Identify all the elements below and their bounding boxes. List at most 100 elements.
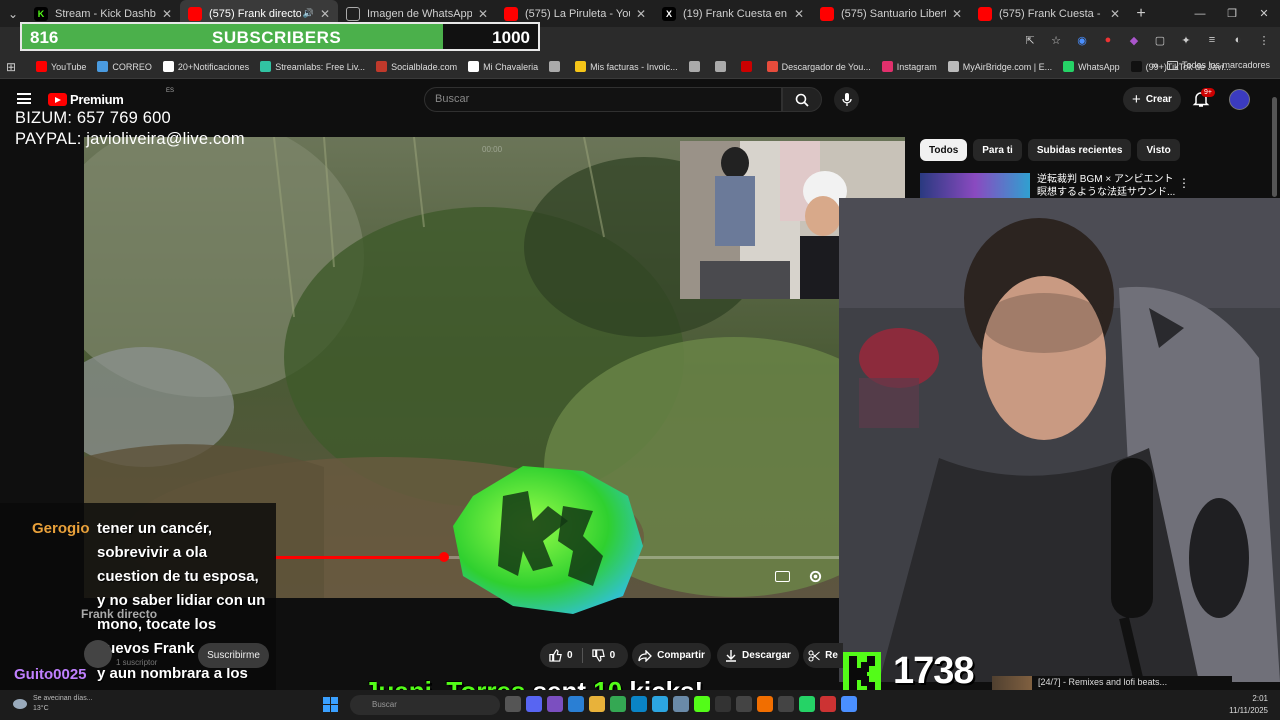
page-scrollbar[interactable] bbox=[1271, 83, 1278, 683]
tab-close-icon[interactable]: ✕ bbox=[1110, 7, 1120, 21]
like-button[interactable]: 0 bbox=[540, 643, 582, 668]
settings-icon[interactable] bbox=[841, 696, 857, 712]
youtube-icon bbox=[504, 6, 518, 21]
bookmark-item[interactable]: Instagram bbox=[881, 61, 937, 72]
tab-frank-cuesta-santuario[interactable]: (575) Frank Cuesta - Santuario ✕ bbox=[970, 0, 1128, 27]
recommended-video-partial[interactable]: [24/7] - Remixes and lofi beats... bbox=[992, 676, 1232, 690]
chip-subidas-recientes[interactable]: Subidas recientes bbox=[1027, 139, 1132, 161]
app-icon[interactable] bbox=[547, 696, 563, 712]
minimize-icon[interactable]: — bbox=[1184, 0, 1216, 27]
bookmark-star-icon[interactable]: ☆ bbox=[1048, 32, 1064, 48]
extension-icon[interactable]: ● bbox=[1100, 32, 1116, 48]
tab-close-icon[interactable]: ✕ bbox=[636, 7, 646, 21]
bookmark-item[interactable]: YouTube bbox=[36, 61, 86, 72]
tab-close-icon[interactable]: ✕ bbox=[478, 7, 488, 21]
file-explorer-icon[interactable] bbox=[589, 696, 605, 712]
bookmark-item[interactable] bbox=[549, 61, 564, 72]
tab-close-icon[interactable]: ✕ bbox=[162, 7, 172, 21]
dislike-button[interactable]: 0 bbox=[583, 643, 625, 668]
close-window-icon[interactable]: ✕ bbox=[1248, 0, 1280, 27]
search-icon bbox=[795, 93, 809, 107]
obs-icon[interactable] bbox=[715, 696, 731, 712]
tab-close-icon[interactable]: ✕ bbox=[952, 7, 962, 21]
taskbar-apps bbox=[505, 696, 857, 712]
more-options-icon[interactable]: ⋮ bbox=[1178, 176, 1190, 190]
bookmark-item[interactable]: Streamlabs: Free Liv... bbox=[260, 61, 365, 72]
share-button[interactable]: Compartir bbox=[632, 643, 711, 668]
weather-widget[interactable]: Se avecinan días... 13°C bbox=[13, 694, 93, 714]
extension-icon[interactable]: ◉ bbox=[1074, 32, 1090, 48]
bookmark-item[interactable]: MyAirBridge.com | E... bbox=[947, 61, 1052, 72]
media-icon[interactable]: ≡ bbox=[1204, 32, 1220, 48]
chip-visto[interactable]: Visto bbox=[1137, 139, 1180, 161]
tab-close-icon[interactable]: ✕ bbox=[794, 7, 804, 21]
taskbar-search[interactable]: Buscar bbox=[350, 695, 500, 715]
recommended-title[interactable]: 逆転裁判 BGM × アンビエント 瞑想するような法廷サウンド... bbox=[1037, 173, 1177, 199]
extensions-puzzle-icon[interactable]: ✦ bbox=[1178, 32, 1194, 48]
new-tab-button[interactable]: + bbox=[1128, 5, 1154, 23]
app-icon[interactable] bbox=[778, 696, 794, 712]
share-label: Compartir bbox=[657, 650, 705, 661]
telegram-icon[interactable] bbox=[652, 696, 668, 712]
bookmark-item[interactable] bbox=[688, 61, 704, 72]
all-bookmarks-folder[interactable]: Todos los marcadores bbox=[1166, 60, 1270, 70]
search-input[interactable]: Buscar bbox=[424, 87, 782, 112]
install-app-icon[interactable]: ⇱ bbox=[1022, 32, 1038, 48]
app-icon[interactable] bbox=[673, 696, 689, 712]
bookmark-item[interactable]: Mis facturas - Invoic... bbox=[575, 61, 678, 72]
recommended-thumbnail[interactable] bbox=[920, 173, 1030, 198]
create-button[interactable]: + Crear bbox=[1123, 87, 1181, 112]
windows-start-icon[interactable] bbox=[323, 697, 338, 712]
bookmark-label: Descargador de You... bbox=[781, 61, 871, 72]
speaker-icon[interactable]: 🔊 bbox=[303, 8, 314, 19]
chip-todos[interactable]: Todos bbox=[920, 139, 968, 161]
bookmark-item[interactable] bbox=[714, 61, 730, 72]
kick-app-icon[interactable] bbox=[694, 696, 710, 712]
bookmark-item[interactable]: 20+Notificaciones bbox=[162, 61, 249, 72]
profile-icon[interactable]: ◐ bbox=[1230, 32, 1246, 48]
bookmark-item[interactable]: WhatsApp bbox=[1063, 61, 1120, 72]
chrome-icon[interactable] bbox=[610, 696, 626, 712]
youtube-logo[interactable]: Premium ES bbox=[48, 88, 174, 107]
bookmark-item[interactable]: CORREO bbox=[97, 61, 152, 72]
tab-label: (575) La Piruleta - YouTube bbox=[525, 7, 630, 20]
subscribe-button[interactable]: Suscribirme bbox=[198, 643, 269, 668]
outlook-icon[interactable] bbox=[568, 696, 584, 712]
chip-para-ti[interactable]: Para ti bbox=[973, 139, 1022, 161]
menu-icon[interactable] bbox=[17, 93, 31, 104]
extension-icon[interactable]: ◆ bbox=[1126, 32, 1142, 48]
tab-frank-cuesta-x[interactable]: X (19) Frank Cuesta en X: "MENS ✕ bbox=[654, 0, 812, 27]
task-view-icon[interactable] bbox=[505, 696, 521, 712]
system-clock[interactable]: 2:01 11/11/2025 bbox=[1229, 693, 1268, 717]
bookmarks-overflow-icon[interactable]: » bbox=[1152, 60, 1158, 72]
clip-button[interactable]: Re bbox=[803, 643, 843, 668]
account-avatar[interactable] bbox=[1229, 89, 1250, 110]
channel-avatar[interactable] bbox=[84, 640, 112, 668]
bookmark-item[interactable] bbox=[740, 61, 756, 72]
apps-grid-icon[interactable]: ⊞ bbox=[6, 60, 24, 74]
subscriber-goal-current: 816 bbox=[30, 28, 59, 47]
search-button[interactable] bbox=[782, 87, 822, 112]
tab-label: (19) Frank Cuesta en X: "MENS bbox=[683, 7, 788, 20]
subtitles-icon[interactable] bbox=[775, 571, 790, 582]
voice-search-button[interactable] bbox=[834, 87, 859, 112]
bookmark-label: CORREO bbox=[112, 61, 152, 72]
browser-menu-icon[interactable]: ⋮ bbox=[1256, 32, 1272, 48]
download-button[interactable]: Descargar bbox=[717, 643, 799, 668]
app-icon[interactable] bbox=[820, 696, 836, 712]
tab-santuario-libertad[interactable]: (575) Santuario Libertad - YouT ✕ bbox=[812, 0, 970, 27]
bookmark-item[interactable]: Socialblade.com bbox=[376, 61, 457, 72]
app-icon[interactable] bbox=[736, 696, 752, 712]
extension-icon[interactable]: ▢ bbox=[1152, 32, 1168, 48]
whatsapp-icon[interactable] bbox=[799, 696, 815, 712]
bookmark-item[interactable]: Descargador de You... bbox=[766, 61, 871, 72]
scrollbar-thumb[interactable] bbox=[1272, 97, 1277, 197]
channel-name[interactable]: Frank directo bbox=[81, 607, 157, 621]
app-icon[interactable] bbox=[757, 696, 773, 712]
bookmark-item[interactable]: Mi Chavaleria bbox=[468, 61, 538, 72]
settings-gear-icon[interactable] bbox=[808, 569, 823, 584]
edge-icon[interactable] bbox=[631, 696, 647, 712]
restore-icon[interactable]: ❐ bbox=[1216, 0, 1248, 27]
tab-close-icon[interactable]: ✕ bbox=[320, 7, 330, 21]
discord-icon[interactable] bbox=[526, 696, 542, 712]
